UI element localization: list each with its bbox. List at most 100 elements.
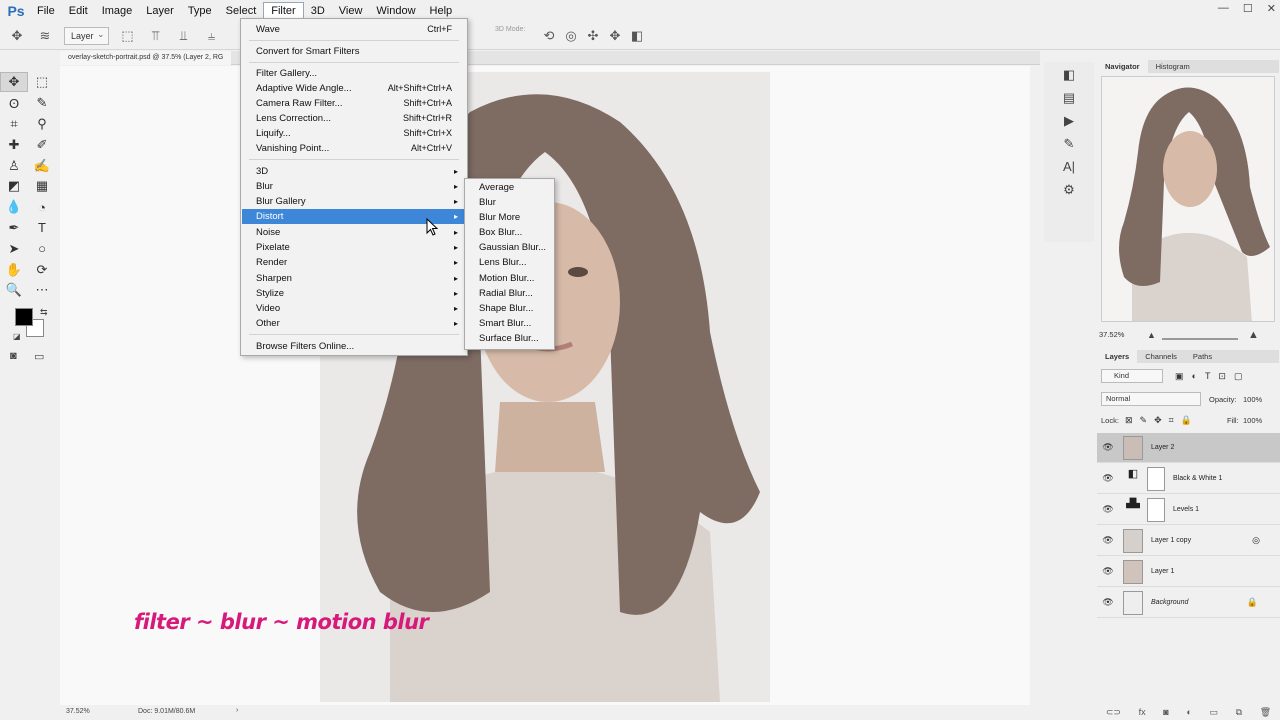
menu-item-blur-gallery[interactable]: Blur Gallery ▸ [242,194,466,209]
menu-item-camera-raw[interactable]: Camera Raw Filter... Shift+Ctrl+A [242,96,466,111]
menu-item-blur[interactable]: Blur ▸ [242,179,466,194]
menu-item-liquify[interactable]: Liquify... Shift+Ctrl+X [242,126,466,141]
gradient-tool-icon[interactable]: ▦ [28,176,56,196]
layer-row-layer-1[interactable]: 👁 Layer 1 [1097,557,1280,587]
eye-icon[interactable]: 👁 [1097,566,1119,577]
filter-icons[interactable]: ▣◐T⊡▢ [1175,371,1275,382]
3d-scale-icon[interactable]: ◧ [628,27,646,45]
layer-row-levels-1[interactable]: 👁 ▟▙ Levels 1 [1097,495,1280,525]
marquee-tool-icon[interactable]: ⬚ [28,72,56,92]
properties-panel-icon[interactable]: ⚙ [1052,179,1086,200]
layer-row-background[interactable]: 👁 Background 🔒 [1097,588,1280,618]
align-bottom-icon[interactable]: ⫨ [203,27,221,45]
menu-image[interactable]: Image [95,2,140,20]
eye-icon[interactable]: 👁 [1097,442,1119,453]
default-colors-icon[interactable]: ◪ [13,332,21,341]
eye-icon[interactable]: 👁 [1097,473,1119,484]
eye-icon[interactable]: 👁 [1097,535,1119,546]
layer-row-black-white-1[interactable]: 👁 ◧ Black & White 1 [1097,464,1280,494]
auto-select-dropdown[interactable]: Layer [64,26,109,45]
history-panel-icon[interactable]: ▤ [1052,87,1086,108]
menu-item-3d[interactable]: 3D ▸ [242,164,466,179]
adjustment-layer-icon[interactable]: ◐ [1186,707,1191,717]
eye-icon[interactable]: 👁 [1097,504,1119,515]
healing-brush-tool-icon[interactable]: ✚ [0,135,28,155]
submenu-item-smart-blur[interactable]: Smart Blur... [466,316,554,331]
dodge-tool-icon[interactable]: ◔ [28,197,56,217]
submenu-item-motion-blur[interactable]: Motion Blur... [466,271,554,286]
fill-value[interactable]: 100% [1243,416,1273,425]
type-tool-icon[interactable]: T [28,218,56,238]
status-menu-arrow-icon[interactable]: › [236,707,238,714]
submenu-item-shape-blur[interactable]: Shape Blur... [466,301,554,316]
submenu-item-gaussian-blur[interactable]: Gaussian Blur... [466,240,554,255]
submenu-item-blur-more[interactable]: Blur More [466,210,554,225]
3d-slide-icon[interactable]: ✥ [606,27,624,45]
quick-mask-icon[interactable]: ◙ [10,350,17,362]
menu-item-wave[interactable]: Wave Ctrl+F [242,22,466,37]
menu-edit[interactable]: Edit [62,2,95,20]
crop-tool-icon[interactable]: ⌗ [0,114,28,134]
close-button[interactable]: ✕ [1267,2,1276,15]
maximize-button[interactable]: ☐ [1243,2,1253,15]
smart-filter-icon[interactable]: ◎ [1252,535,1260,546]
zoom-in-icon[interactable]: ▲ [1248,329,1259,341]
ellipse-tool-icon[interactable]: ○ [28,239,56,259]
submenu-item-box-blur[interactable]: Box Blur... [466,225,554,240]
eraser-tool-icon[interactable]: ◩ [0,176,28,196]
menu-item-pixelate[interactable]: Pixelate ▸ [242,240,466,255]
submenu-item-radial-blur[interactable]: Radial Blur... [466,286,554,301]
more-tools-icon[interactable]: ⋯ [28,280,56,300]
status-zoom[interactable]: 37.52% [66,708,90,715]
blur-tool-icon[interactable]: 💧 [0,197,28,217]
menu-item-sharpen[interactable]: Sharpen ▸ [242,271,466,286]
color-panel-icon[interactable]: ◧ [1052,64,1086,85]
tab-layers[interactable]: Layers [1097,350,1138,363]
tab-paths[interactable]: Paths [1185,350,1220,363]
minimize-button[interactable]: — [1218,2,1229,15]
tab-histogram[interactable]: Histogram [1148,60,1198,73]
lasso-tool-icon[interactable]: ʘ [0,93,28,113]
brushes-panel-icon[interactable]: ✎ [1052,133,1086,154]
submenu-item-surface-blur[interactable]: Surface Blur... [466,331,554,346]
menu-file[interactable]: File [30,2,62,20]
path-selection-tool-icon[interactable]: ➤ [0,239,28,259]
navigator-thumbnail[interactable] [1101,76,1275,322]
new-group-icon[interactable]: ▭ [1209,707,1218,718]
layer-row-layer-1-copy[interactable]: 👁 Layer 1 copy ◎ [1097,526,1280,556]
menu-item-other[interactable]: Other ▸ [242,316,466,331]
menu-item-vanishing-point[interactable]: Vanishing Point... Alt+Ctrl+V [242,141,466,156]
link-layers-icon[interactable]: ⊂⊃ [1106,707,1121,718]
history-brush-tool-icon[interactable]: ✍ [28,156,56,176]
add-mask-icon[interactable]: ◙ [1163,707,1168,717]
navigator-zoom-value[interactable]: 37.52% [1099,330,1124,339]
layer-row-layer-2[interactable]: 👁 Layer 2 [1097,433,1280,463]
clone-stamp-tool-icon[interactable]: ♙ [0,156,28,176]
quick-select-tool-icon[interactable]: ✎ [28,93,56,113]
screen-mode-icon[interactable]: ▭ [34,350,44,363]
menu-item-lens-correction[interactable]: Lens Correction... Shift+Ctrl+R [242,111,466,126]
blend-mode-dropdown[interactable]: Normal [1101,392,1201,406]
navigator-zoom-slider[interactable] [1162,338,1238,340]
menu-item-video[interactable]: Video ▸ [242,301,466,316]
move-tool-icon[interactable]: ✥ [8,27,26,45]
rotate-view-tool-icon[interactable]: ⟳ [28,260,56,280]
layers-stack-icon[interactable]: ≋ [36,27,54,45]
menu-item-convert-smart-filters[interactable]: Convert for Smart Filters [242,44,466,59]
menu-item-stylize[interactable]: Stylize ▸ [242,286,466,301]
submenu-item-blur[interactable]: Blur [466,195,554,210]
move-tool-icon[interactable]: ✥ [0,72,28,93]
menu-item-browse-filters-online[interactable]: Browse Filters Online... [242,339,466,354]
3d-orbit-icon[interactable]: ⟲ [540,27,558,45]
swap-colors-icon[interactable]: ⇆ [40,307,48,318]
tab-channels[interactable]: Channels [1137,350,1185,363]
pen-tool-icon[interactable]: ✒ [0,218,28,238]
delete-layer-icon[interactable]: 🗑 [1260,707,1271,718]
submenu-item-lens-blur[interactable]: Lens Blur... [466,255,554,270]
hand-tool-icon[interactable]: ✋ [0,260,28,280]
align-top-icon[interactable]: ⫪ [147,27,165,45]
align-middle-icon[interactable]: ⫫ [175,27,193,45]
character-panel-icon[interactable]: A| [1052,156,1086,177]
menu-item-render[interactable]: Render ▸ [242,255,466,270]
document-tab[interactable]: overlay-sketch-portrait.psd @ 37.5% (Lay… [60,51,232,65]
